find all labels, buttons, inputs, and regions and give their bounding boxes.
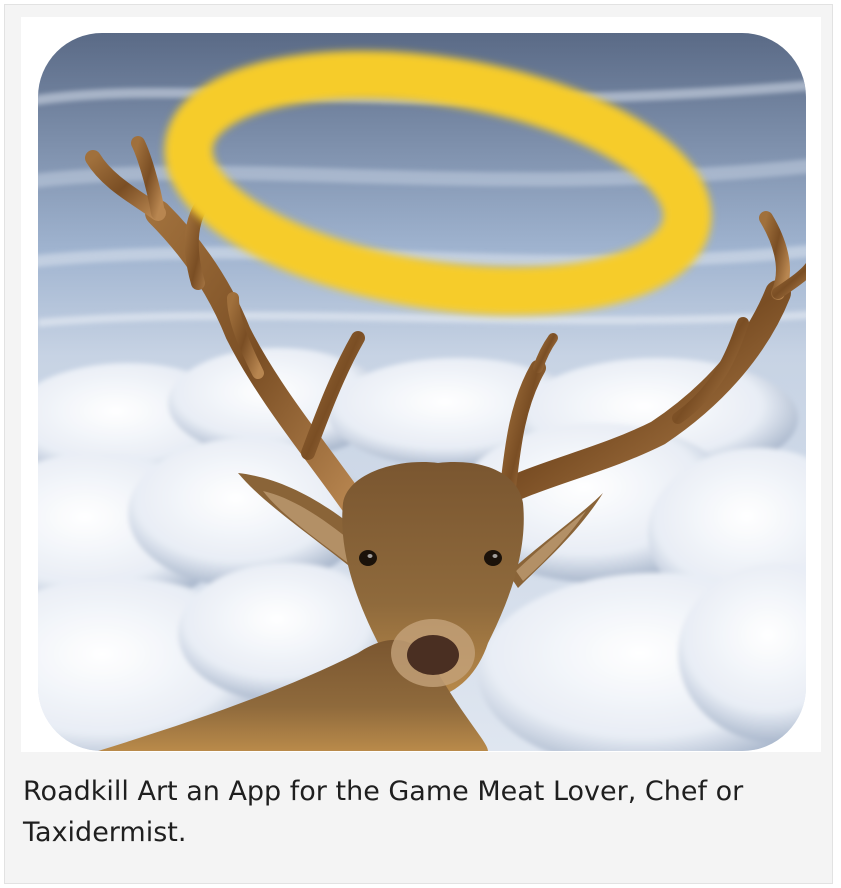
deer-halo-illustration <box>38 33 806 751</box>
deer-eye-right <box>484 550 502 566</box>
app-card: Roadkill Art an App for the Game Meat Lo… <box>4 4 833 884</box>
image-frame <box>21 17 821 752</box>
app-caption: Roadkill Art an App for the Game Meat Lo… <box>23 776 744 848</box>
deer-nose <box>407 635 459 675</box>
app-icon-image[interactable] <box>38 33 806 751</box>
deer-eye-left <box>359 550 377 566</box>
